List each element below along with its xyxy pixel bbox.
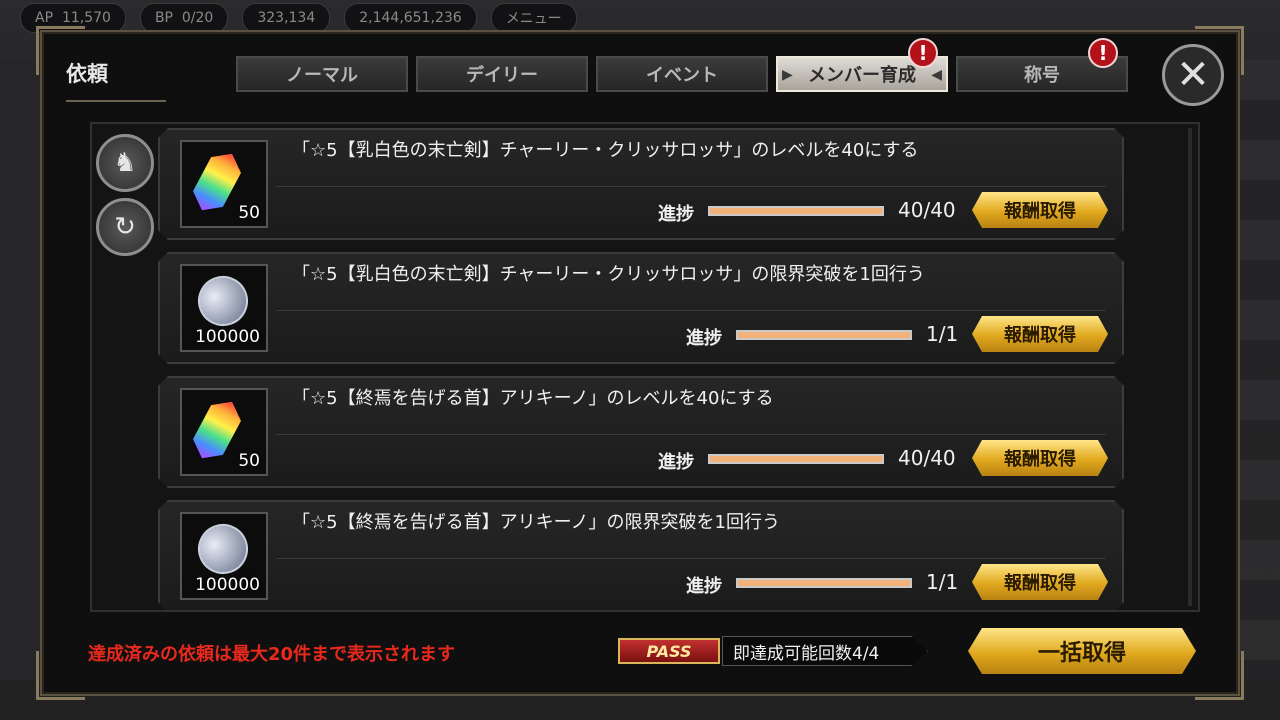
- quest-list[interactable]: ♞ ↻ 50 「☆5【乳白色の末亡剣】チャーリー・クリッサロッサ」のレベルを40…: [90, 122, 1200, 612]
- card-divider: [276, 186, 1106, 187]
- quest-card: 50 「☆5【乳白色の末亡剣】チャーリー・クリッサロッサ」のレベルを40にする …: [158, 128, 1124, 240]
- title-divider: [66, 100, 166, 102]
- tab-label: デイリー: [466, 65, 538, 86]
- gem-value: 323,134: [257, 10, 316, 26]
- progress-label: 進捗: [658, 452, 694, 473]
- completed-limit-note: 達成済みの依頼は最大20件まで表示されます: [88, 644, 456, 665]
- quest-description: 「☆5【乳白色の末亡剣】チャーリー・クリッサロッサ」のレベルを40にする: [292, 140, 919, 161]
- progress-value: 40/40: [898, 446, 956, 470]
- reward-quantity: 50: [238, 203, 260, 223]
- reward-icon-box: 100000: [180, 512, 268, 600]
- reward-quantity: 100000: [195, 575, 260, 595]
- coin-icon: [191, 517, 255, 581]
- ap-label: AP: [35, 10, 54, 26]
- menu-label: メニュー: [505, 11, 562, 27]
- coin-icon: [191, 269, 255, 333]
- panel-corner-ornament: [1195, 651, 1244, 700]
- background-left-wall: [0, 60, 40, 680]
- coin-value: 2,144,651,236: [359, 10, 462, 26]
- progress-fill: [710, 456, 882, 462]
- progress-value: 1/1: [926, 570, 959, 594]
- claim-reward-button[interactable]: 報酬取得: [972, 192, 1108, 228]
- tab-arrow-right-icon: ◀: [931, 67, 942, 83]
- member-training-alert-icon: !: [908, 38, 938, 68]
- bp-counter: BP 0/20: [139, 3, 229, 33]
- progress-fill: [738, 332, 910, 338]
- close-button[interactable]: ✕: [1162, 44, 1224, 106]
- title-alert-icon: !: [1088, 38, 1118, 68]
- pass-badge: PASS: [618, 638, 720, 664]
- progress-bar: [708, 454, 884, 464]
- ap-value: 11,570: [61, 10, 111, 26]
- tab-label: メンバー育成: [808, 65, 916, 86]
- progress-bar: [736, 330, 912, 340]
- reward-icon-box: 50: [180, 140, 268, 228]
- reward-icon-box: 50: [180, 388, 268, 476]
- progress-value: 40/40: [898, 198, 956, 222]
- request-panel: 依頼 ノーマル デイリー イベント ▶ メンバー育成 ◀ 称号 ! ! ✕ ♞ …: [36, 26, 1244, 700]
- refresh-icon[interactable]: ↻: [96, 198, 154, 256]
- quest-description: 「☆5【終焉を告げる首】アリキーノ」の限界突破を1回行う: [292, 512, 780, 533]
- card-divider: [276, 558, 1106, 559]
- bp-label: BP: [154, 10, 173, 26]
- tab-label: イベント: [646, 65, 718, 86]
- menu-button[interactable]: メニュー: [490, 3, 577, 33]
- progress-label: 進捗: [686, 328, 722, 349]
- coin-counter: 2,144,651,236: [344, 3, 477, 33]
- progress-bar: [708, 206, 884, 216]
- reward-quantity: 50: [238, 451, 260, 471]
- quest-description: 「☆5【乳白色の末亡剣】チャーリー・クリッサロッサ」の限界突破を1回行う: [292, 264, 925, 285]
- reward-icon-box: 100000: [180, 264, 268, 352]
- tab-event[interactable]: イベント: [596, 56, 768, 92]
- panel-title: 依頼: [66, 62, 108, 86]
- reward-quantity: 100000: [195, 327, 260, 347]
- card-divider: [276, 310, 1106, 311]
- instant-complete-count: 即達成可能回数4/4: [722, 636, 928, 666]
- claim-all-button[interactable]: 一括取得: [968, 628, 1196, 674]
- scrollbar[interactable]: [1188, 128, 1192, 606]
- progress-fill: [738, 580, 910, 586]
- knight-helmet-icon[interactable]: ♞: [96, 134, 154, 192]
- claim-reward-button[interactable]: 報酬取得: [972, 564, 1108, 600]
- tab-arrow-left-icon: ▶: [782, 67, 793, 83]
- progress-label: 進捗: [658, 204, 694, 225]
- panel-corner-ornament: [36, 651, 85, 700]
- quest-card: 50 「☆5【終焉を告げる首】アリキーノ」のレベルを40にする 進捗 40/40…: [158, 376, 1124, 488]
- claim-reward-button[interactable]: 報酬取得: [972, 316, 1108, 352]
- claim-reward-button[interactable]: 報酬取得: [972, 440, 1108, 476]
- progress-fill: [710, 208, 882, 214]
- progress-label: 進捗: [686, 576, 722, 597]
- tab-label: 称号: [1024, 65, 1060, 86]
- tab-normal[interactable]: ノーマル: [236, 56, 408, 92]
- quest-description: 「☆5【終焉を告げる首】アリキーノ」のレベルを40にする: [292, 388, 774, 409]
- tab-daily[interactable]: デイリー: [416, 56, 588, 92]
- progress-bar: [736, 578, 912, 588]
- progress-value: 1/1: [926, 322, 959, 346]
- quest-card: 100000 「☆5【終焉を告げる首】アリキーノ」の限界突破を1回行う 進捗 1…: [158, 500, 1124, 612]
- tab-label: ノーマル: [286, 65, 358, 86]
- gem-counter: 323,134: [242, 3, 331, 33]
- card-divider: [276, 434, 1106, 435]
- quest-card: 100000 「☆5【乳白色の末亡剣】チャーリー・クリッサロッサ」の限界突破を1…: [158, 252, 1124, 364]
- bp-value: 0/20: [181, 10, 214, 26]
